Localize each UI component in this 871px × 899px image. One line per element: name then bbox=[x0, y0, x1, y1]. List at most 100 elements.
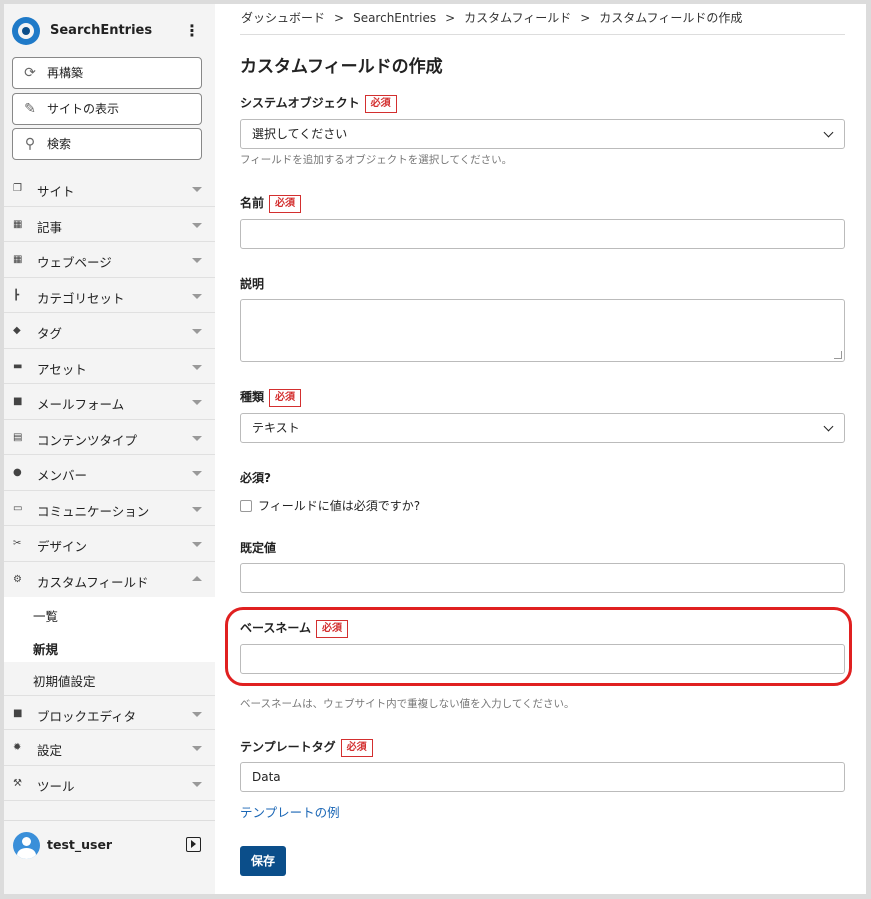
sidebar-item-label: カテゴリセット bbox=[37, 290, 125, 306]
template-tag-input[interactable]: Data bbox=[240, 762, 845, 792]
chevron-down-icon bbox=[192, 506, 202, 512]
sidebar-item-settings[interactable]: ✹ 設定 bbox=[4, 730, 215, 766]
breadcrumb-separator: > bbox=[334, 11, 345, 25]
required-checkbox[interactable] bbox=[240, 500, 252, 512]
gear-icon: ✹ bbox=[13, 742, 22, 753]
system-object-label: システムオブジェクト 必須 bbox=[240, 94, 397, 113]
sidebar-item-entries[interactable]: ▦ 記事 bbox=[4, 207, 215, 242]
brand: SearchEntries ⋮ bbox=[12, 17, 208, 47]
required-checkbox-row[interactable]: フィールドに値は必須ですか? bbox=[240, 497, 420, 514]
breadcrumb: ダッシュボード > SearchEntries > カスタムフィールド > カスタムフィール… bbox=[241, 9, 742, 26]
sidebar-item-label: アセット bbox=[37, 361, 87, 377]
search-button[interactable]: ⚲ 検索 bbox=[12, 128, 202, 160]
breadcrumb-site[interactable]: SearchEntries bbox=[353, 11, 436, 25]
name-label: 名前 必須 bbox=[240, 194, 302, 213]
type-label-text: 種類 bbox=[240, 390, 265, 404]
external-view-icon: ✎ bbox=[24, 101, 36, 117]
sidebar-item-label: サイト bbox=[37, 184, 75, 199]
template-example-link[interactable]: テンプレートの例 bbox=[240, 802, 340, 821]
sidebar-item-label: タグ bbox=[37, 326, 63, 341]
chevron-up-icon bbox=[192, 575, 202, 581]
sidebar-item-assets[interactable]: ▬ アセット bbox=[4, 349, 215, 384]
sidebar-menu: ❐ サイト ▦ 記事 ▦ ウェブページ ┣ カテゴリセット ◆ タグ ▬ アセット ■ メール… bbox=[4, 171, 215, 801]
sidebar-item-label: カスタムフィールド bbox=[37, 574, 149, 590]
name-label-text: 名前 bbox=[240, 196, 265, 210]
entry-icon: ▦ bbox=[13, 218, 23, 230]
submenu-label: 新規 bbox=[33, 641, 59, 657]
breadcrumb-separator: > bbox=[580, 11, 591, 25]
save-button[interactable]: 保存 bbox=[240, 846, 286, 876]
sidebar-item-label: コンテンツタイプ bbox=[37, 432, 138, 448]
type-select[interactable]: テキスト bbox=[240, 413, 845, 443]
view-site-button[interactable]: ✎ サイトの表示 bbox=[12, 93, 202, 125]
page-title: カスタムフィールドの作成 bbox=[240, 57, 443, 77]
chevron-down-icon bbox=[192, 542, 202, 547]
submenu-label: 初期値設定 bbox=[33, 674, 96, 689]
comment-icon: ▭ bbox=[13, 502, 23, 514]
block-editor-icon: ■ bbox=[13, 707, 23, 719]
chevron-down-icon bbox=[192, 711, 202, 717]
sidebar-item-custom-fields[interactable]: ⚙ カスタムフィールド bbox=[4, 562, 215, 598]
sidebar: SearchEntries ⋮ ⟳ 再構築 ✎ サイトの表示 ⚲ 検索 ❐ サイト… bbox=[4, 4, 215, 894]
sidebar-item-label: デザイン bbox=[37, 539, 88, 554]
submenu-item-defaults[interactable]: 初期値設定 bbox=[4, 662, 215, 695]
required-badge: 必須 bbox=[269, 388, 302, 407]
avatar[interactable] bbox=[13, 832, 40, 859]
default-label: 既定値 bbox=[240, 541, 277, 555]
user-icon: ● bbox=[13, 467, 22, 478]
name-input[interactable] bbox=[240, 219, 845, 249]
system-object-select[interactable]: 選択してください bbox=[240, 119, 845, 149]
chevron-down-icon bbox=[192, 222, 202, 228]
user-name[interactable]: test_user bbox=[47, 837, 112, 852]
breadcrumb-custom-fields[interactable]: カスタムフィールド bbox=[464, 11, 571, 25]
sidebar-item-block-editor[interactable]: ■ ブロックエディタ bbox=[4, 694, 215, 730]
search-icon: ⚲ bbox=[24, 136, 36, 152]
type-value: テキスト bbox=[252, 421, 300, 435]
chevron-down-icon bbox=[192, 400, 202, 405]
sidebar-item-communication[interactable]: ▭ コミュニケーション bbox=[4, 491, 215, 526]
submenu-item-new[interactable]: 新規 bbox=[4, 630, 215, 663]
sidebar-item-content-types[interactable]: ▤ コンテンツタイプ bbox=[4, 420, 215, 455]
rebuild-button[interactable]: ⟳ 再構築 bbox=[12, 57, 202, 89]
refresh-icon: ⟳ bbox=[24, 65, 36, 81]
sidebar-item-webpages[interactable]: ▦ ウェブページ bbox=[4, 242, 215, 278]
system-object-value: 選択してください bbox=[252, 127, 348, 141]
breadcrumb-dashboard[interactable]: ダッシュボード bbox=[241, 11, 325, 25]
sidebar-item-tools[interactable]: ⚒ ツール bbox=[4, 766, 215, 801]
form-icon: ■ bbox=[13, 396, 23, 407]
sidebar-item-label: ツール bbox=[37, 778, 75, 794]
sidebar-item-category-sets[interactable]: ┣ カテゴリセット bbox=[4, 278, 215, 313]
divider bbox=[240, 34, 845, 35]
play-icon[interactable] bbox=[186, 837, 201, 852]
default-input[interactable] bbox=[240, 563, 845, 593]
chevron-down-icon bbox=[192, 187, 202, 192]
system-object-label-text: システムオブジェクト bbox=[240, 96, 360, 110]
chevron-down-icon bbox=[192, 471, 202, 476]
sidebar-item-mail-forms[interactable]: ■ メールフォーム bbox=[4, 384, 215, 420]
resize-handle-icon[interactable] bbox=[834, 351, 842, 359]
content-type-icon: ▤ bbox=[13, 431, 23, 443]
sidebar-item-design[interactable]: ✂ デザイン bbox=[4, 526, 215, 562]
site-logo-icon bbox=[12, 17, 40, 45]
chevron-down-icon bbox=[192, 435, 202, 441]
chevron-down-icon bbox=[192, 364, 202, 370]
submenu-item-list[interactable]: 一覧 bbox=[4, 597, 215, 630]
custom-fields-submenu: 一覧 新規 初期値設定 bbox=[4, 597, 215, 695]
sidebar-item-members[interactable]: ● メンバー bbox=[4, 455, 215, 491]
category-icon: ┣ bbox=[13, 289, 20, 301]
description-textarea[interactable] bbox=[240, 299, 845, 362]
sidebar-item-tags[interactable]: ◆ タグ bbox=[4, 313, 215, 349]
site-name[interactable]: SearchEntries bbox=[50, 23, 152, 38]
sidebar-item-label: 設定 bbox=[37, 743, 63, 758]
chevron-down-icon bbox=[823, 127, 834, 138]
chevron-down-icon bbox=[192, 329, 202, 334]
required-checkbox-label: フィールドに値は必須ですか? bbox=[258, 499, 421, 513]
chevron-down-icon bbox=[192, 781, 202, 787]
chevron-down-icon bbox=[823, 421, 834, 432]
basename-hint: ベースネームは、ウェブサイト内で重複しない値を入力してください。 bbox=[240, 698, 575, 710]
sidebar-item-label: ブロックエディタ bbox=[37, 708, 137, 724]
sidebar-item-site[interactable]: ❐ サイト bbox=[4, 171, 215, 207]
sidebar-item-label: ウェブページ bbox=[37, 255, 112, 270]
type-label: 種類 必須 bbox=[240, 388, 302, 407]
kebab-menu-icon[interactable]: ⋮ bbox=[184, 20, 200, 42]
